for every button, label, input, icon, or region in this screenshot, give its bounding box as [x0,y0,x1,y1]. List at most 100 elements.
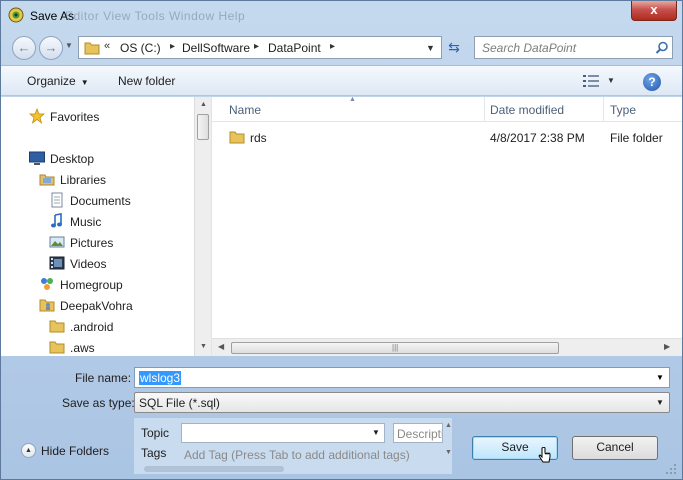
chevron-down-icon[interactable]: ▼ [656,398,664,407]
address-overflow-icon[interactable]: « [104,40,110,52]
nav-item-label: Desktop [50,152,95,166]
tags-label: Tags [141,446,167,460]
column-header-date-modified[interactable]: Date modified [490,103,564,117]
music-icon [51,213,62,228]
file-row[interactable]: rds 4/8/2017 2:38 PM File folder [219,126,679,148]
scroll-down-icon[interactable]: ▼ [200,343,207,350]
homegroup-icon [41,278,53,290]
scrollbar-thumb[interactable] [144,466,284,472]
grip-icon: ||| [392,343,399,352]
nav-item-label: Favorites [50,110,100,124]
documents-icon [51,192,63,208]
nav-item-label: .aws [70,341,95,355]
breadcrumb-separator-icon[interactable]: ▸ [330,41,335,52]
cancel-button[interactable]: Cancel [572,436,658,460]
app-icon [8,7,24,23]
tags-field[interactable]: Add Tag (Press Tab to add additional tag… [184,448,410,462]
folder-icon [229,131,245,144]
scrollbar-thumb[interactable] [197,114,209,140]
forward-button[interactable]: → [39,36,63,60]
nav-item-label: Homegroup [60,278,123,292]
navigation-pane-scrollbar[interactable]: ▲ ▼ [194,97,211,356]
refresh-button[interactable]: ⇆ [444,38,464,58]
user-folder-icon [39,299,55,312]
save-as-type-select[interactable]: SQL File (*.sql) ▼ [134,392,670,413]
breadcrumb-dellsoftware[interactable]: DellSoftware [182,41,250,55]
breadcrumb-separator-icon[interactable]: ▸ [170,41,175,52]
column-divider[interactable] [603,97,604,121]
close-button[interactable]: x [631,1,677,21]
recent-locations-chevron-icon[interactable]: ▼ [65,41,73,50]
scroll-up-icon[interactable]: ▲ [445,422,452,429]
scrollbar-thumb[interactable]: ||| [231,342,559,354]
topic-field[interactable]: ▼ [181,423,385,443]
videos-icon [49,256,65,270]
folder-icon [49,320,65,333]
save-as-type-label: Save as type: [62,396,135,410]
organize-label: Organize [27,74,76,88]
metadata-scrollbar[interactable] [141,465,441,473]
nav-item-label: Documents [70,194,131,208]
organize-button[interactable]: Organize ▼ [27,74,89,88]
file-name-label: File name: [75,371,132,385]
breadcrumb-datapoint[interactable]: DataPoint [268,41,321,55]
command-bar: Organize ▼ New folder ▼ ? [1,65,682,96]
chevron-down-icon[interactable]: ▼ [656,373,664,382]
mouse-pointer-icon [538,447,551,463]
scroll-down-icon[interactable]: ▼ [445,449,452,456]
title-bar[interactable]: Save As Editor View Tools Window Help x [1,1,682,31]
search-input[interactable]: Search DataPoint [474,36,673,59]
breadcrumb-os-c[interactable]: OS (C:) [120,41,161,55]
hide-folders-label: Hide Folders [41,444,110,458]
search-icon[interactable] [655,41,669,55]
resize-grip-icon[interactable] [665,463,677,475]
view-options-chevron-icon[interactable]: ▼ [607,76,615,85]
change-view-icon[interactable] [583,75,599,87]
search-placeholder: Search DataPoint [482,41,577,55]
description-placeholder: Descriptio [397,427,442,441]
file-list-horizontal-scrollbar[interactable]: ◀ ||| ▶ [212,338,682,356]
file-name-value: wlslog3 [139,371,182,385]
libraries-icon [39,174,55,186]
save-as-type-value: SQL File (*.sql) [139,396,220,410]
nav-item-label: Music [70,215,102,229]
help-icon[interactable]: ? [643,73,661,91]
address-bar[interactable]: « OS (C:) ▸ DellSoftware ▸ DataPoint ▸ ▼ [78,36,442,59]
nav-item-label: DeepakVohra [60,299,133,313]
nav-item-label: .android [70,320,114,334]
scroll-left-icon[interactable]: ◀ [218,342,224,351]
file-name: rds [250,131,267,145]
sort-ascending-icon: ▲ [349,96,356,103]
pane-divider[interactable] [211,97,212,356]
star-icon [29,108,45,124]
nav-item-label: Videos [70,257,107,271]
nav-item-label: Libraries [60,173,107,187]
navigation-pane: Favorites Desktop Libraries Documents Mu… [1,97,194,356]
pictures-icon [49,236,65,248]
folder-icon [49,341,65,354]
back-button[interactable]: ← [12,36,36,60]
chevron-down-icon: ▼ [80,78,89,87]
save-as-dialog: Save As Editor View Tools Window Help x … [0,0,683,480]
topic-label: Topic [141,426,170,440]
column-header-name[interactable]: Name [229,103,261,117]
background-menu-ghost: Editor View Tools Window Help [65,9,246,23]
column-header-type[interactable]: Type [610,103,636,117]
nav-item-label: Pictures [70,236,114,250]
address-dropdown-icon[interactable]: ▼ [426,43,435,53]
browser-area: Favorites Desktop Libraries Documents Mu… [1,96,682,356]
column-divider[interactable] [484,97,485,121]
file-name-field[interactable]: wlslog3 ▼ [134,367,670,388]
description-field[interactable]: Descriptio [393,423,443,443]
file-date-modified: 4/8/2017 2:38 PM [490,131,585,145]
file-type: File folder [610,131,663,145]
scroll-right-icon[interactable]: ▶ [664,342,670,351]
collapse-up-icon: ▲ [21,443,36,458]
desktop-icon [29,151,45,165]
file-list-header: ▲ Name Date modified Type [212,96,682,122]
folder-icon [84,42,100,55]
scroll-up-icon[interactable]: ▲ [200,101,207,108]
chevron-down-icon[interactable]: ▼ [372,428,380,437]
breadcrumb-separator-icon[interactable]: ▸ [254,41,259,52]
new-folder-button[interactable]: New folder [118,74,175,88]
